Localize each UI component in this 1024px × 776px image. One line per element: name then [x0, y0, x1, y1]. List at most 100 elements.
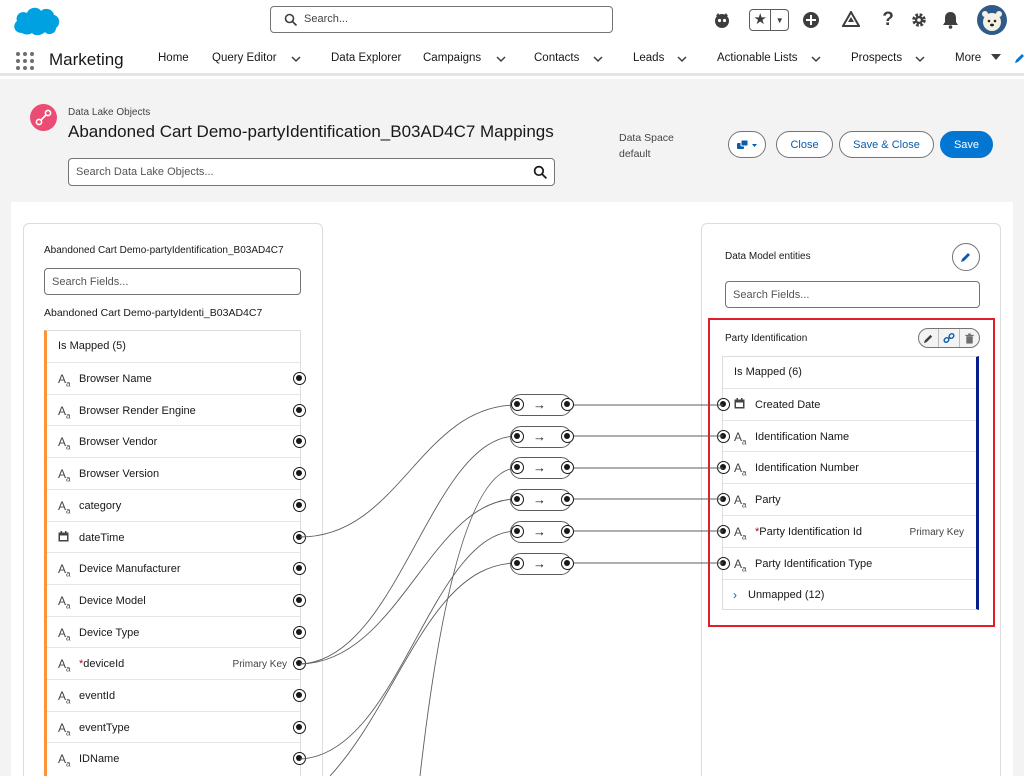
source-field-row[interactable]: Aa eventType	[47, 710, 300, 743]
nav-item-more[interactable]: More	[955, 52, 981, 64]
source-fields-search-input[interactable]: Search Fields...	[44, 268, 301, 295]
source-field-port[interactable]	[293, 689, 306, 702]
target-field-row[interactable]: Aa *Party Identification Id Primary Key	[723, 514, 976, 547]
data-space-label: Data Space	[619, 132, 674, 144]
source-field-name: Browser Vendor	[79, 436, 158, 449]
mapping-options-menu-button[interactable]	[728, 131, 766, 158]
source-field-row[interactable]: Aa Browser Name	[47, 362, 300, 394]
global-add-icon[interactable]	[799, 8, 823, 32]
nav-item-campaigns[interactable]: Campaigns	[423, 52, 481, 64]
source-field-row[interactable]: Aa Browser Render Engine	[47, 393, 300, 426]
source-field-port[interactable]	[293, 467, 306, 481]
text-field-icon: Aa	[734, 493, 747, 510]
connector-output-port[interactable]	[561, 493, 574, 507]
source-field-row[interactable]: Aa Browser Version	[47, 457, 300, 489]
source-field-row[interactable]: Aa Device Type	[47, 615, 300, 648]
nav-item-home[interactable]: Home	[158, 52, 189, 64]
source-field-row[interactable]: Aa category	[47, 488, 300, 521]
target-field-row[interactable]: Created Date	[723, 388, 976, 420]
source-field-port[interactable]	[293, 372, 306, 385]
target-field-port[interactable]	[717, 524, 730, 538]
source-object-title: Abandoned Cart Demo-partyIdentification_…	[44, 245, 284, 256]
target-field-port[interactable]	[717, 429, 730, 443]
favorites-list-chevron-icon[interactable]: ▼	[771, 16, 788, 25]
source-field-row[interactable]: Aa IDName	[47, 742, 300, 774]
source-field-port[interactable]	[293, 593, 306, 607]
connector-output-port[interactable]	[561, 429, 574, 443]
app-name: Marketing	[49, 50, 124, 69]
source-field-port[interactable]	[293, 720, 306, 734]
chevron-down-icon[interactable]	[592, 53, 604, 65]
text-field-icon: Aa	[58, 720, 71, 738]
connector-input-port[interactable]	[511, 429, 524, 443]
target-field-row[interactable]: Aa Party Identification Type	[723, 546, 976, 579]
target-fields-search-placeholder: Search Fields...	[733, 289, 810, 301]
favorites-button-group[interactable]: ★ ▼	[749, 9, 789, 31]
connector-input-port[interactable]	[511, 493, 524, 507]
source-field-name: Browser Version	[79, 468, 160, 481]
delete-trash-icon[interactable]	[960, 329, 979, 347]
nav-item-leads[interactable]: Leads	[633, 52, 664, 64]
edit-nav-pencil-icon[interactable]	[1014, 52, 1024, 64]
close-button[interactable]: Close	[776, 131, 833, 158]
arrow-right-icon: →	[533, 523, 546, 539]
arrow-right-icon: →	[533, 428, 546, 444]
data-lake-objects-search-placeholder: Search Data Lake Objects...	[76, 166, 214, 178]
chevron-down-icon[interactable]	[495, 53, 507, 65]
target-field-row[interactable]: Aa Identification Number	[723, 451, 976, 483]
astro-icon[interactable]	[710, 8, 734, 32]
data-lake-objects-search-input[interactable]: Search Data Lake Objects...	[68, 158, 555, 186]
source-field-port[interactable]	[293, 625, 306, 639]
chevron-down-icon[interactable]	[810, 53, 822, 65]
target-fields-search-input[interactable]: Search Fields...	[725, 281, 980, 308]
trailhead-icon[interactable]	[839, 8, 863, 32]
caret-down-icon[interactable]	[991, 54, 1001, 60]
target-field-port[interactable]	[717, 493, 730, 507]
chevron-down-icon[interactable]	[914, 53, 926, 65]
nav-item-query-editor[interactable]: Query Editor	[212, 52, 277, 64]
favorites-star-icon[interactable]: ★	[750, 10, 772, 30]
source-field-name: Device Model	[79, 594, 146, 607]
connector-input-port[interactable]	[511, 556, 524, 570]
source-field-name: IDName	[79, 753, 120, 766]
target-field-row[interactable]: Aa Party	[723, 483, 976, 515]
source-field-port[interactable]	[293, 530, 306, 544]
target-field-row[interactable]: Aa Identification Name	[723, 419, 976, 452]
nav-item-prospects[interactable]: Prospects	[851, 52, 902, 64]
salesforce-logo[interactable]	[10, 3, 62, 39]
unmapped-fields-toggle[interactable]: › Unmapped (12)	[723, 579, 976, 609]
nav-item-data-explorer[interactable]: Data Explorer	[331, 52, 401, 64]
source-field-row[interactable]: Aa eventId	[47, 679, 300, 711]
app-launcher-icon[interactable]	[16, 52, 34, 70]
global-search-input[interactable]: Search...	[270, 6, 613, 33]
save-button[interactable]: Save	[940, 131, 993, 158]
chevron-down-icon[interactable]	[290, 53, 302, 65]
source-field-port[interactable]	[293, 403, 306, 417]
arrow-right-icon: →	[533, 492, 546, 508]
target-field-port[interactable]	[717, 398, 730, 411]
user-avatar[interactable]	[977, 5, 1007, 35]
source-field-row[interactable]: Aa Device Manufacturer	[47, 552, 300, 584]
source-field-row[interactable]: dateTime	[47, 520, 300, 553]
help-icon[interactable]: ?	[876, 8, 900, 32]
edit-entity-pencil-icon[interactable]	[919, 329, 940, 347]
link-icon[interactable]	[939, 329, 960, 347]
source-field-row[interactable]: Aa *deviceId Primary Key	[47, 647, 300, 679]
notifications-bell-icon[interactable]	[938, 8, 962, 32]
save-and-close-button[interactable]: Save & Close	[839, 131, 934, 158]
nav-item-actionable-lists[interactable]: Actionable Lists	[717, 52, 798, 64]
chevron-down-icon[interactable]	[676, 53, 688, 65]
text-field-icon: Aa	[58, 372, 71, 389]
connector-input-port[interactable]	[511, 398, 524, 411]
connector-output-port[interactable]	[561, 524, 574, 538]
nav-item-contacts[interactable]: Contacts	[534, 52, 579, 64]
target-field-port[interactable]	[717, 556, 730, 570]
edit-entities-button[interactable]	[952, 243, 980, 271]
connector-input-port[interactable]	[511, 524, 524, 538]
setup-gear-icon[interactable]	[907, 8, 931, 32]
source-field-row[interactable]: Aa Device Model	[47, 583, 300, 616]
source-field-row[interactable]: Aa Browser Vendor	[47, 425, 300, 457]
source-field-port[interactable]	[293, 498, 306, 512]
connector-output-port[interactable]	[561, 556, 574, 570]
connector-output-port[interactable]	[561, 398, 574, 411]
